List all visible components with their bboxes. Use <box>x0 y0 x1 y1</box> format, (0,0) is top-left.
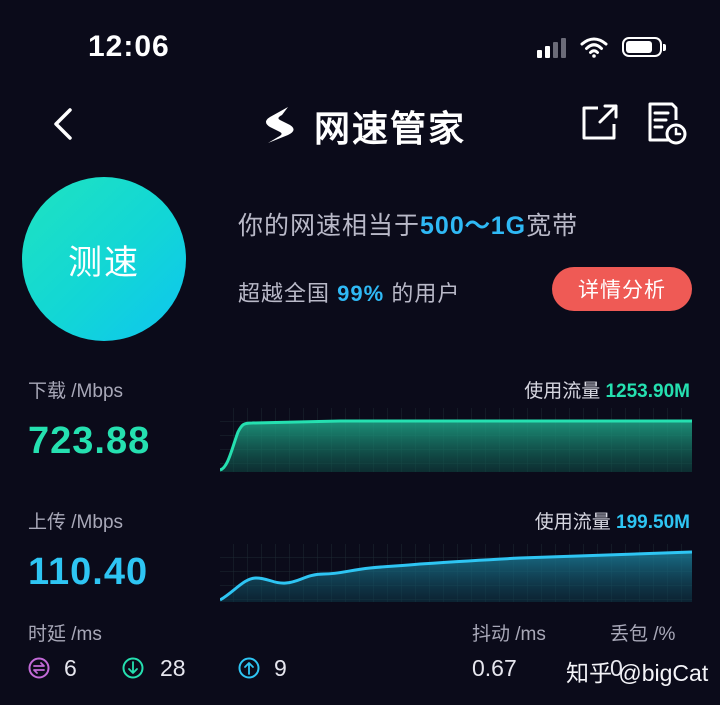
packet-loss-label: 丢包 /% <box>610 624 676 645</box>
download-chart <box>220 408 692 472</box>
upload-chart <box>220 544 692 602</box>
history-icon[interactable] <box>642 100 688 146</box>
upload-label: 上传 /Mbps <box>28 512 124 533</box>
detail-analysis-button[interactable]: 详情分析 <box>552 267 692 311</box>
status-time: 12:06 <box>88 30 170 63</box>
watermark: 知乎 @bigCat <box>566 660 709 686</box>
status-icons <box>537 36 666 58</box>
upload-usage: 使用流量 199.50M <box>534 512 690 533</box>
jitter-value: 0.67 <box>472 655 517 681</box>
app-title: 网速管家 <box>314 108 467 149</box>
battery-icon <box>622 37 666 57</box>
start-test-button[interactable]: 测速 <box>22 177 186 341</box>
ranking-text: 超越全国 99% 的用户 <box>238 281 461 306</box>
download-latency-icon <box>122 657 144 679</box>
download-usage: 使用流量 1253.90M <box>524 381 690 402</box>
wifi-icon <box>580 37 608 58</box>
download-speed: 723.88 <box>28 420 151 462</box>
latency-label: 时延 /ms <box>28 624 102 645</box>
upload-speed: 110.40 <box>28 551 149 593</box>
speed-equivalent-text: 你的网速相当于500～1G宽带 <box>238 212 579 240</box>
download-label: 下载 /Mbps <box>28 381 124 402</box>
jitter-label: 抖动 /ms <box>472 624 546 645</box>
logo-icon <box>266 107 294 143</box>
upload-latency-value: 9 <box>274 655 287 681</box>
app-logo: 网速管家 <box>258 100 466 152</box>
upload-latency-icon <box>238 657 260 679</box>
cellular-signal-icon <box>537 36 566 58</box>
idle-latency-icon <box>28 657 50 679</box>
download-latency-value: 28 <box>160 655 186 681</box>
share-icon[interactable] <box>578 100 622 144</box>
idle-latency-value: 6 <box>64 655 77 681</box>
back-icon[interactable] <box>46 104 86 144</box>
